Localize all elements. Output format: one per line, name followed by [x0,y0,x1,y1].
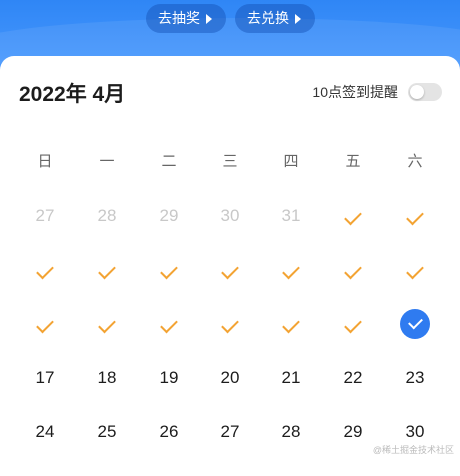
checkmark-icon [344,207,362,226]
reminder-setting: 10点签到提醒 [312,82,442,102]
calendar-card: 2022年 4月 10点签到提醒 日 一 二 三 四 五 六 27 28 29 30 31 17 18 19… [0,56,460,476]
day-cell-other-month[interactable]: 29 [149,196,189,236]
checkmark-icon [98,315,116,334]
checkmark-icon [160,315,178,334]
checkmark-icon [406,261,424,280]
weekday-label: 一 [99,153,115,170]
weekday-label: 二 [161,153,177,170]
checkmark-icon [98,261,116,280]
day-cell-signed[interactable] [149,304,189,344]
week-row: 24 25 26 27 28 29 30 [0,412,460,466]
day-cell[interactable]: 29 [333,412,373,452]
week-row: 17 18 19 20 21 22 23 [0,358,460,412]
checkmark-icon [406,207,424,226]
day-cell-other-month[interactable]: 31 [271,196,311,236]
go-lottery-label: 去抽奖 [158,10,200,26]
day-cell-signed[interactable] [210,250,250,290]
play-arrow-icon [206,13,212,24]
day-cell-signed[interactable] [210,304,250,344]
go-exchange-label: 去兑换 [247,10,289,26]
weekday-label: 五 [345,153,361,170]
day-cell[interactable]: 23 [395,358,435,398]
day-cell[interactable]: 28 [271,412,311,452]
calendar-grid: 日一二三四五六 27 28 29 30 31 17 18 19 20 21 22 23 24 25 26 27 2… [0,152,460,466]
day-cell-signed[interactable] [87,304,127,344]
day-cell-today[interactable] [395,304,435,344]
week-row: 27 28 29 30 31 [0,196,460,250]
day-cell-other-month[interactable]: 28 [87,196,127,236]
day-cell-signed[interactable] [271,304,311,344]
day-cell[interactable]: 26 [149,412,189,452]
weekday-label: 日 [37,153,53,170]
day-cell[interactable]: 17 [25,358,65,398]
day-cell[interactable]: 18 [87,358,127,398]
day-cell[interactable]: 21 [271,358,311,398]
weekday-label: 四 [283,153,299,170]
checkmark-icon [36,315,54,334]
checkmark-icon [36,261,54,280]
day-cell[interactable]: 19 [149,358,189,398]
weekday-label: 三 [222,153,238,170]
checkmark-icon [408,314,423,330]
go-exchange-button[interactable]: 去兑换 [235,4,315,33]
reminder-label: 10点签到提醒 [312,84,398,100]
week-row [0,250,460,304]
day-cell-signed[interactable] [333,196,373,236]
day-cell-signed[interactable] [395,250,435,290]
month-title: 2022年 4月 [19,83,126,106]
day-cell[interactable]: 22 [333,358,373,398]
day-cell[interactable]: 24 [25,412,65,452]
day-cell-signed[interactable] [333,304,373,344]
toggle-knob [410,85,424,99]
checkmark-icon [282,315,300,334]
day-cell-signed[interactable] [271,250,311,290]
checkmark-icon [221,261,239,280]
day-cell-signed[interactable] [333,250,373,290]
checkmark-icon [344,315,362,334]
day-cell[interactable]: 25 [87,412,127,452]
watermark: @稀土掘金技术社区 [372,445,454,455]
reminder-toggle[interactable] [408,83,442,101]
weekday-header-row: 日一二三四五六 [0,152,460,196]
day-cell[interactable]: 27 [210,412,250,452]
day-cell-signed[interactable] [25,304,65,344]
today-check-icon [400,309,430,339]
weekday-label: 六 [407,153,423,170]
day-cell-other-month[interactable]: 27 [25,196,65,236]
checkmark-icon [160,261,178,280]
day-cell-signed[interactable] [87,250,127,290]
day-cell-other-month[interactable]: 30 [210,196,250,236]
day-cell-signed[interactable] [395,196,435,236]
checkmark-icon [282,261,300,280]
day-cell[interactable]: 20 [210,358,250,398]
play-arrow-icon [295,13,301,24]
go-lottery-button[interactable]: 去抽奖 [146,4,226,33]
checkmark-icon [344,261,362,280]
week-row [0,304,460,358]
day-cell-signed[interactable] [25,250,65,290]
day-cell-signed[interactable] [149,250,189,290]
checkmark-icon [221,315,239,334]
